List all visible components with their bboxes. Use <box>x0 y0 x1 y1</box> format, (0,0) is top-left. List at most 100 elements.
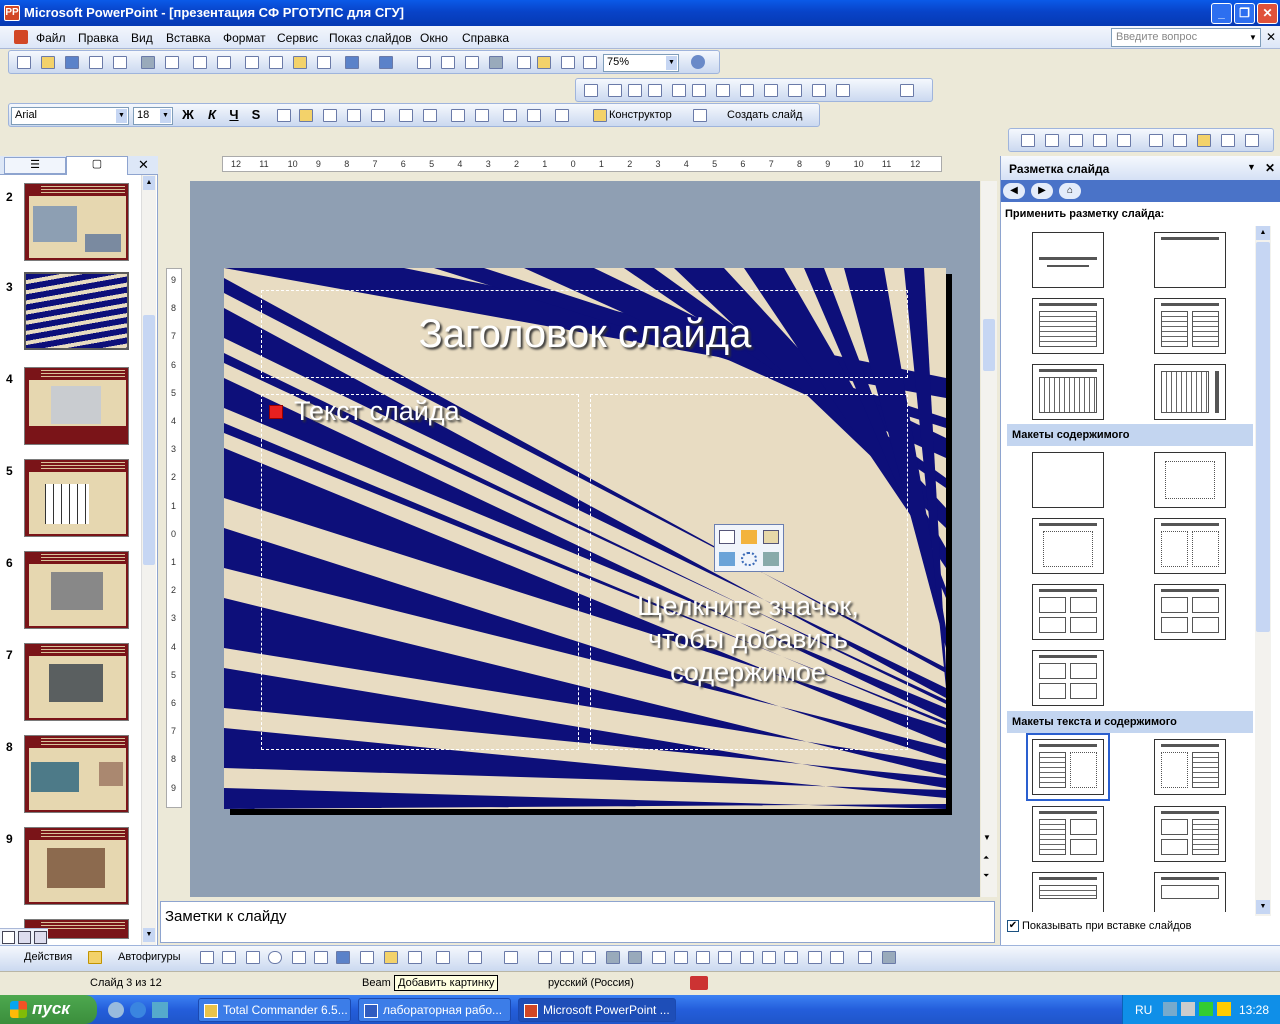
ask-question-input[interactable]: Введите вопрос <box>1111 28 1261 47</box>
show-on-insert-checkbox[interactable]: ✔ <box>1007 920 1019 933</box>
slide-thumbnail[interactable] <box>24 643 129 721</box>
color-grayscale-icon[interactable] <box>583 56 597 69</box>
insert-chart-icon[interactable] <box>741 530 757 544</box>
format-painter-icon[interactable] <box>317 56 331 69</box>
new-icon[interactable] <box>17 56 31 69</box>
quicklaunch-desktop-icon[interactable] <box>152 1002 168 1018</box>
line-color-icon[interactable] <box>468 951 482 964</box>
distribute-icon[interactable] <box>371 109 385 122</box>
slide-scroll-thumb[interactable] <box>983 319 995 371</box>
maximize-button[interactable]: ❐ <box>1234 3 1255 24</box>
research-icon[interactable] <box>217 56 231 69</box>
align-right-icon[interactable] <box>323 109 337 122</box>
slides-tab[interactable]: ▢ <box>66 156 128 175</box>
expand-all-icon[interactable] <box>517 56 531 69</box>
menu-tools[interactable]: Сервис <box>277 31 318 45</box>
undo-icon[interactable] <box>345 56 359 69</box>
format-picture-icon[interactable] <box>788 84 802 97</box>
cut-icon[interactable] <box>245 56 259 69</box>
picture-icon[interactable] <box>408 951 422 964</box>
layout-blank[interactable] <box>1032 452 1104 508</box>
save-icon[interactable] <box>65 56 79 69</box>
shadow-icon[interactable] <box>606 951 620 964</box>
oval-icon[interactable] <box>268 951 282 964</box>
wordart-icon[interactable] <box>336 951 350 964</box>
decrease-font-icon[interactable] <box>475 109 489 122</box>
reset-picture-icon[interactable] <box>836 84 850 97</box>
arrow-style-icon[interactable] <box>582 951 596 964</box>
print-preview-icon[interactable] <box>165 56 179 69</box>
slide-thumbnail[interactable] <box>24 367 129 445</box>
menu-slideshow[interactable]: Показ слайдов <box>329 31 412 45</box>
next-slide-icon[interactable]: ⏷ <box>983 871 989 881</box>
start-button[interactable]: пуск <box>0 995 97 1024</box>
slideshow-view-icon[interactable] <box>34 931 47 944</box>
vertical-textbox-icon[interactable] <box>314 951 328 964</box>
slide-thumbnail[interactable] <box>24 735 129 813</box>
task-pane-close-icon[interactable]: ✕ <box>1265 161 1275 175</box>
print-icon[interactable] <box>141 56 155 69</box>
align-icon[interactable] <box>740 951 754 964</box>
insert-clipart-icon[interactable] <box>763 530 779 544</box>
slide-body-text[interactable]: Текст слайда <box>294 396 460 427</box>
recolor-icon[interactable] <box>764 84 778 97</box>
ink-tool-3-icon[interactable] <box>1069 134 1083 147</box>
input-language[interactable]: RU <box>1135 1003 1152 1017</box>
layout-title-text-over-content[interactable] <box>1032 872 1104 912</box>
font-select[interactable]: Arial ▼ <box>11 107 129 125</box>
tables-borders-icon[interactable] <box>465 56 479 69</box>
show-grid-icon[interactable] <box>561 56 575 69</box>
text-placeholder[interactable] <box>261 394 579 750</box>
arrow-icon[interactable] <box>222 951 236 964</box>
distribute-v-icon[interactable] <box>784 951 798 964</box>
layout-title-text-content-selected[interactable] <box>1026 733 1110 801</box>
tray-monitor-icon[interactable] <box>1181 1002 1195 1016</box>
bold-button[interactable]: Ж <box>179 107 197 122</box>
document-icon[interactable] <box>14 30 28 44</box>
insert-diagram-icon[interactable] <box>741 552 757 566</box>
font-size-select[interactable]: 18 ▼ <box>133 107 173 125</box>
align-center-icon[interactable] <box>299 109 313 122</box>
show-formatting-icon[interactable] <box>537 56 551 69</box>
ink-color-icon[interactable] <box>1245 134 1259 147</box>
powerpoint-app-icon[interactable]: PP <box>4 5 20 21</box>
regroup-icon[interactable] <box>696 951 710 964</box>
diagram-icon[interactable] <box>360 951 374 964</box>
ungroup-icon[interactable] <box>674 951 688 964</box>
tray-security-icon[interactable] <box>1199 1002 1213 1016</box>
ink-tool-5-icon[interactable] <box>1117 134 1131 147</box>
increase-font-icon[interactable] <box>451 109 465 122</box>
spelling-icon[interactable] <box>193 56 207 69</box>
decrease-indent-icon[interactable] <box>503 109 517 122</box>
scroll-down-icon[interactable]: ▼ <box>983 833 991 842</box>
paste-icon[interactable] <box>293 56 307 69</box>
distribute-h-icon[interactable] <box>762 951 776 964</box>
quicklaunch-media-icon[interactable] <box>108 1002 124 1018</box>
layout-title-four-content-alt[interactable] <box>1032 650 1104 706</box>
task-pane-scrollbar[interactable]: ▲ ▼ <box>1255 226 1271 916</box>
ink-tool-4-icon[interactable] <box>1093 134 1107 147</box>
designer-icon[interactable] <box>593 109 607 122</box>
layout-title-text[interactable] <box>1032 298 1104 354</box>
content-placeholder[interactable] <box>590 394 908 750</box>
font-color-icon[interactable] <box>555 109 569 122</box>
crop-icon[interactable] <box>672 84 686 97</box>
outline-tab[interactable]: ☰ <box>4 157 66 174</box>
insert-media-icon[interactable] <box>763 552 779 566</box>
notes-pane[interactable]: Заметки к слайду <box>160 901 995 943</box>
transparent-color-icon[interactable] <box>812 84 826 97</box>
insert-chart-icon[interactable] <box>417 56 431 69</box>
task-pane-scroll-thumb[interactable] <box>1256 242 1270 632</box>
slide-title[interactable]: Заголовок слайда <box>224 312 946 357</box>
slide-thumbnail[interactable] <box>24 827 129 905</box>
task-pane-menu-icon[interactable]: ▼ <box>1247 162 1256 172</box>
textbox-icon[interactable] <box>292 951 306 964</box>
eraser-icon[interactable] <box>1221 134 1235 147</box>
pane-close-icon[interactable]: ✕ <box>138 157 149 173</box>
task-word-lab[interactable]: лабораторная рабо... <box>358 998 511 1022</box>
open-icon[interactable] <box>41 56 55 69</box>
thumbnails-scrollbar[interactable]: ▲ ▼ <box>141 175 156 945</box>
spelling-status-icon[interactable] <box>690 976 708 990</box>
italic-button[interactable]: К <box>203 107 221 122</box>
layout-title-four-content[interactable] <box>1032 584 1104 640</box>
